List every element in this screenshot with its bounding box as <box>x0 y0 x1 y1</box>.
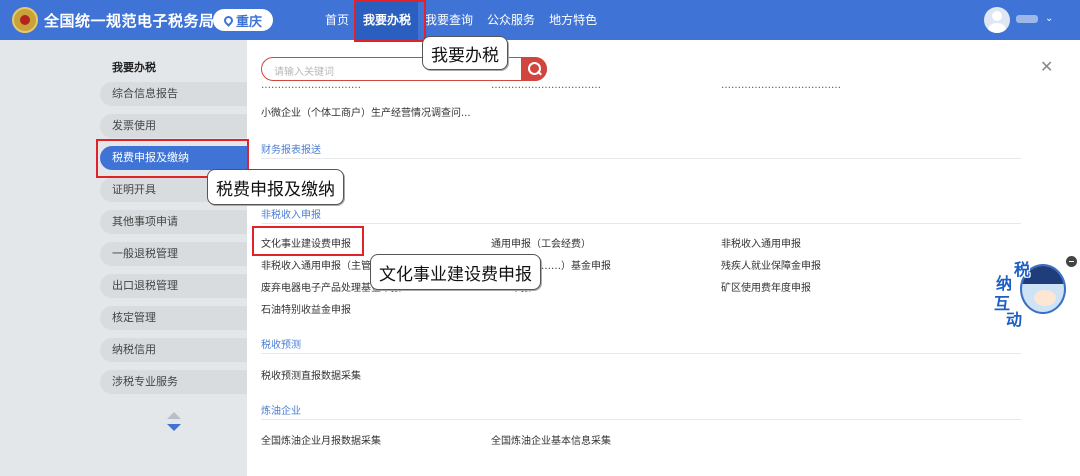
minimize-icon[interactable] <box>1066 256 1077 267</box>
nav-home[interactable]: 首页 <box>318 0 356 40</box>
mascot-char: 税 <box>1014 260 1031 279</box>
nav-local-features[interactable]: 地方特色 <box>542 0 604 40</box>
highlight-culture-fee <box>252 226 364 256</box>
mascot-widget[interactable]: 税 纳 互 动 <box>994 256 1068 329</box>
link-union-fee[interactable]: 通用申报（工会经费） <box>491 235 591 250</box>
sidebar-item-info-report[interactable]: 综合信息报告 <box>100 82 247 106</box>
sidebar-item-refund[interactable]: 一般退税管理 <box>100 242 247 266</box>
section-title-financial: 财务报表报送 <box>261 145 321 156</box>
link-nontax-general[interactable]: 非税收入通用申报 <box>721 235 801 250</box>
close-icon[interactable]: ✕ <box>1040 59 1053 75</box>
location-pin-icon <box>222 13 235 27</box>
list-item[interactable]: ……………………………… <box>721 85 841 91</box>
sidebar-item-credit[interactable]: 纳税信用 <box>100 338 247 362</box>
top-header: 全国统一规范电子税务局 重庆 首页 我要办税 我要查询 公众服务 地方特色 ⌄ <box>0 0 1080 40</box>
list-item[interactable]: ………………………… <box>261 85 361 91</box>
divider <box>261 419 1021 420</box>
callout-sidebar-declaration: 税费申报及缴纳 <box>207 169 344 205</box>
divider <box>261 353 1021 354</box>
sidebar-item-invoice[interactable]: 发票使用 <box>100 114 247 138</box>
link-oil-revenue[interactable]: 石油特别收益金申报 <box>261 301 351 316</box>
link-forecast-data[interactable]: 税收预测直报数据采集 <box>261 367 361 382</box>
highlight-nav-tax <box>354 0 426 42</box>
section-title-refinery: 炼油企业 <box>261 406 301 417</box>
mascot-face <box>1034 290 1056 306</box>
sidebar-title: 我要办税 <box>112 61 156 74</box>
mascot-char: 动 <box>1006 310 1023 329</box>
link-mining-fee[interactable]: 矿区使用费年度申报 <box>721 279 811 294</box>
scroll-down-icon[interactable] <box>167 424 181 431</box>
link-small-business-survey[interactable]: 小微企业（个体工商户）生产经营情况调查问... <box>261 104 471 119</box>
link-nontax-general-main[interactable]: 非税收入通用申报（主管 <box>261 257 371 272</box>
scroll-up-icon[interactable] <box>167 412 181 419</box>
list-item[interactable]: …………………………… <box>491 85 601 91</box>
clipped-row: ………………………… …………………………… ……………………………… <box>261 85 881 92</box>
sidebar-item-professional[interactable]: 涉税专业服务 <box>100 370 247 394</box>
sidebar-item-export-refund[interactable]: 出口退税管理 <box>100 274 247 298</box>
divider <box>261 223 1021 224</box>
link-disability-fund[interactable]: 残疾人就业保障金申报 <box>721 257 821 272</box>
search-icon[interactable] <box>521 57 547 81</box>
divider <box>261 158 1021 159</box>
sidebar-item-other-apply[interactable]: 其他事项申请 <box>100 210 247 234</box>
section-title-forecast: 税收预测 <box>261 340 301 351</box>
region-selector[interactable]: 重庆 <box>213 9 273 31</box>
user-avatar[interactable] <box>984 7 1010 33</box>
callout-nav-tax: 我要办税 <box>422 36 508 70</box>
link-refinery-monthly[interactable]: 全国炼油企业月报数据采集 <box>261 432 381 447</box>
callout-culture-fee: 文化事业建设费申报 <box>370 254 541 290</box>
site-title: 全国统一规范电子税务局 <box>44 12 215 30</box>
tax-emblem-logo <box>12 7 38 33</box>
region-label: 重庆 <box>235 14 262 30</box>
link-refinery-basic[interactable]: 全国炼油企业基本信息采集 <box>491 432 611 447</box>
user-name-masked[interactable] <box>1016 15 1038 23</box>
section-title-nontax: 非税收入申报 <box>261 210 321 221</box>
nav-public-service[interactable]: 公众服务 <box>480 0 542 40</box>
chevron-down-icon[interactable]: ⌄ <box>1045 13 1053 24</box>
sidebar: 我要办税 综合信息报告 发票使用 税费申报及缴纳 证明开具 其他事项申请 一般退… <box>0 40 247 476</box>
nav-query[interactable]: 我要查询 <box>418 0 480 40</box>
search-input[interactable]: 请输入关键词 <box>274 63 334 78</box>
sidebar-item-assessment[interactable]: 核定管理 <box>100 306 247 330</box>
